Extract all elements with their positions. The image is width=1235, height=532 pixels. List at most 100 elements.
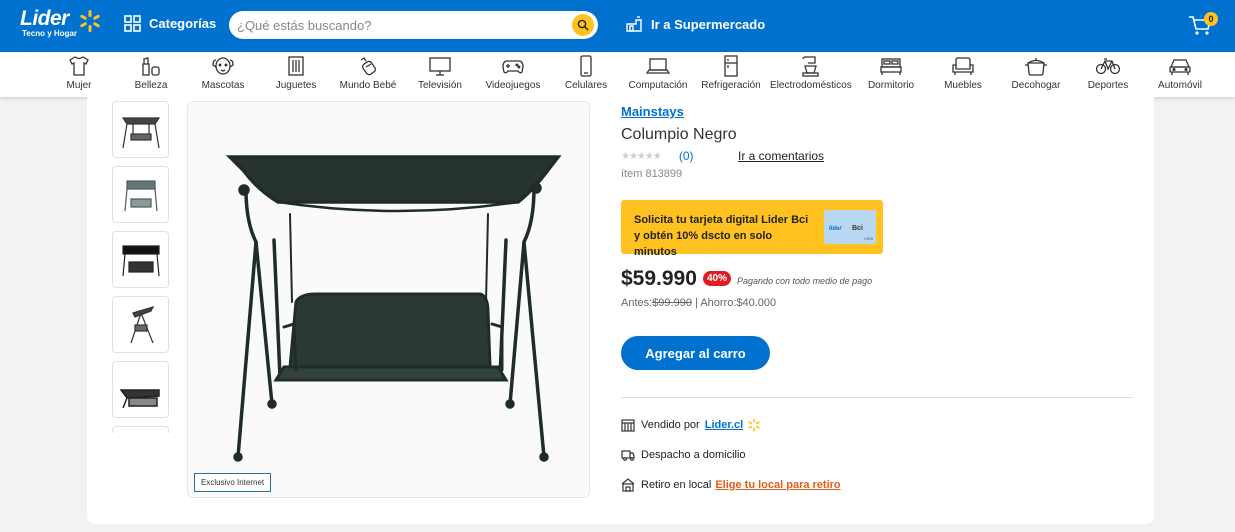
product-thumbnail[interactable] xyxy=(112,166,169,223)
gamepad-icon xyxy=(502,60,524,74)
lider-logo[interactable]: Lider Tecno y Hogar xyxy=(20,8,100,38)
payment-note: Pagando con todo medio de pago xyxy=(737,276,873,286)
swing-thumbnail-image xyxy=(121,116,160,148)
credit-card-image: lider Bci VISA xyxy=(824,210,876,244)
svg-text:Bci: Bci xyxy=(852,225,863,232)
search-input[interactable] xyxy=(237,16,567,34)
pickup-label: Retiro en local xyxy=(641,479,712,491)
category-refrigeracion[interactable]: Refrigeración xyxy=(691,55,771,91)
category-mascotas[interactable]: Mascotas xyxy=(183,55,263,91)
search-icon xyxy=(577,19,589,31)
category-mundo-bebe[interactable]: Mundo Bebé xyxy=(328,55,408,91)
category-bar: Mujer Belleza Mascotas Juguetes Mundo Be… xyxy=(0,52,1235,97)
rating: ★★★★★ (0) xyxy=(621,149,694,163)
bicycle-icon xyxy=(1095,58,1121,75)
main-product-image[interactable] xyxy=(187,101,590,498)
category-label: Decohogar xyxy=(1011,80,1061,91)
category-label: Computación xyxy=(628,80,688,91)
price: $59.990 xyxy=(621,267,697,290)
promo-text: Solicita tu tarjeta digital Lider Bci y … xyxy=(634,214,809,258)
category-label: Belleza xyxy=(134,80,168,91)
product-thumbnail[interactable] xyxy=(112,296,169,353)
category-label: Automóvil xyxy=(1158,80,1202,91)
cart-button[interactable]: 0 xyxy=(1188,12,1218,42)
category-automovil[interactable]: Automóvil xyxy=(1140,55,1220,91)
mixer-icon xyxy=(802,56,819,77)
sold-by-label: Vendido por xyxy=(641,419,700,431)
swing-thumbnail-image xyxy=(121,244,160,276)
promo-banner[interactable]: Solicita tu tarjeta digital Lider Bci y … xyxy=(621,200,883,258)
category-dormitorio[interactable]: Dormitorio xyxy=(851,55,931,91)
product-title: Columpio Negro xyxy=(621,126,737,143)
product-thumbnail[interactable] xyxy=(112,231,169,288)
car-icon xyxy=(1169,59,1191,75)
thumbnail-list xyxy=(112,101,169,433)
baby-bottle-icon xyxy=(360,57,377,76)
supermarket-link[interactable]: Ir a Supermercado xyxy=(626,16,765,32)
exclusive-internet-badge: Exclusivo Internet xyxy=(194,473,272,492)
category-juguetes[interactable]: Juguetes xyxy=(256,55,336,91)
fridge-icon xyxy=(724,55,738,77)
savings: | Ahorro:$40.000 xyxy=(695,297,777,309)
before-label: Antes: xyxy=(621,297,653,309)
product-thumbnail[interactable] xyxy=(112,426,169,433)
categories-button[interactable]: Categorías xyxy=(124,15,216,32)
logo-subtitle: Tecno y Hogar xyxy=(22,29,77,38)
category-muebles[interactable]: Muebles xyxy=(923,55,1003,91)
supermarket-label: Ir a Supermercado xyxy=(651,16,766,32)
cart-count-badge: 0 xyxy=(1204,12,1218,26)
seller-link[interactable]: Lider.cl xyxy=(705,419,744,431)
swing-product-image xyxy=(225,155,562,462)
category-label: Mujer xyxy=(66,80,92,91)
category-decohogar[interactable]: Decohogar xyxy=(996,55,1076,91)
toy-icon xyxy=(288,56,304,76)
category-electrodomesticos[interactable]: Electrodomésticos xyxy=(770,55,852,91)
divider xyxy=(621,397,1133,398)
shirt-icon xyxy=(69,56,89,76)
sold-by-row: Vendido por Lider.cl xyxy=(621,418,761,432)
add-to-cart-button[interactable]: Agregar al carro xyxy=(621,336,770,370)
grid-icon xyxy=(124,15,141,32)
product-thumbnail[interactable] xyxy=(112,361,169,418)
categories-label: Categorías xyxy=(149,16,217,31)
previous-price: Antes:$99.990 | Ahorro:$40.000 xyxy=(621,297,776,309)
supermarket-icon xyxy=(626,16,642,32)
category-label: Refrigeración xyxy=(701,80,761,91)
category-computacion[interactable]: Computación xyxy=(618,55,698,91)
search-bar xyxy=(229,11,598,39)
discount-badge: 40% xyxy=(703,271,732,286)
category-label: Juguetes xyxy=(275,80,317,91)
phone-icon xyxy=(580,55,592,77)
category-television[interactable]: Televisión xyxy=(400,55,480,91)
svg-text:lider: lider xyxy=(829,226,842,232)
store-icon xyxy=(621,419,635,432)
category-label: Celulares xyxy=(564,80,608,91)
item-number: ítem 813899 xyxy=(621,168,683,180)
category-deportes[interactable]: Deportes xyxy=(1068,55,1148,91)
category-label: Televisión xyxy=(418,80,462,91)
category-label: Videojuegos xyxy=(485,80,541,91)
category-celulares[interactable]: Celulares xyxy=(546,55,626,91)
category-mujer[interactable]: Mujer xyxy=(39,55,119,91)
pickup-row: Retiro en local Elige tu local para reti… xyxy=(621,478,841,492)
tv-icon xyxy=(429,57,451,76)
pickup-link[interactable]: Elige tu local para retiro xyxy=(715,479,840,491)
brand-link[interactable]: Mainstays xyxy=(621,104,684,119)
dog-icon xyxy=(212,57,234,75)
category-label: Dormitorio xyxy=(867,80,915,91)
category-videojuegos[interactable]: Videojuegos xyxy=(473,55,553,91)
product-thumbnail[interactable] xyxy=(112,101,169,158)
category-label: Electrodomésticos xyxy=(770,80,852,91)
category-label: Deportes xyxy=(1087,80,1129,91)
pot-icon xyxy=(1025,58,1047,76)
rating-count[interactable]: (0) xyxy=(679,149,694,163)
delivery-label: Despacho a domicilio xyxy=(641,449,746,461)
category-label: Mascotas xyxy=(201,80,245,91)
category-belleza[interactable]: Belleza xyxy=(111,55,191,91)
bed-icon xyxy=(880,58,902,75)
search-button[interactable] xyxy=(572,14,594,36)
truck-icon xyxy=(621,450,635,461)
swing-thumbnail-image xyxy=(119,388,160,408)
sofa-icon xyxy=(952,57,974,75)
reviews-link[interactable]: Ir a comentarios xyxy=(738,149,824,163)
